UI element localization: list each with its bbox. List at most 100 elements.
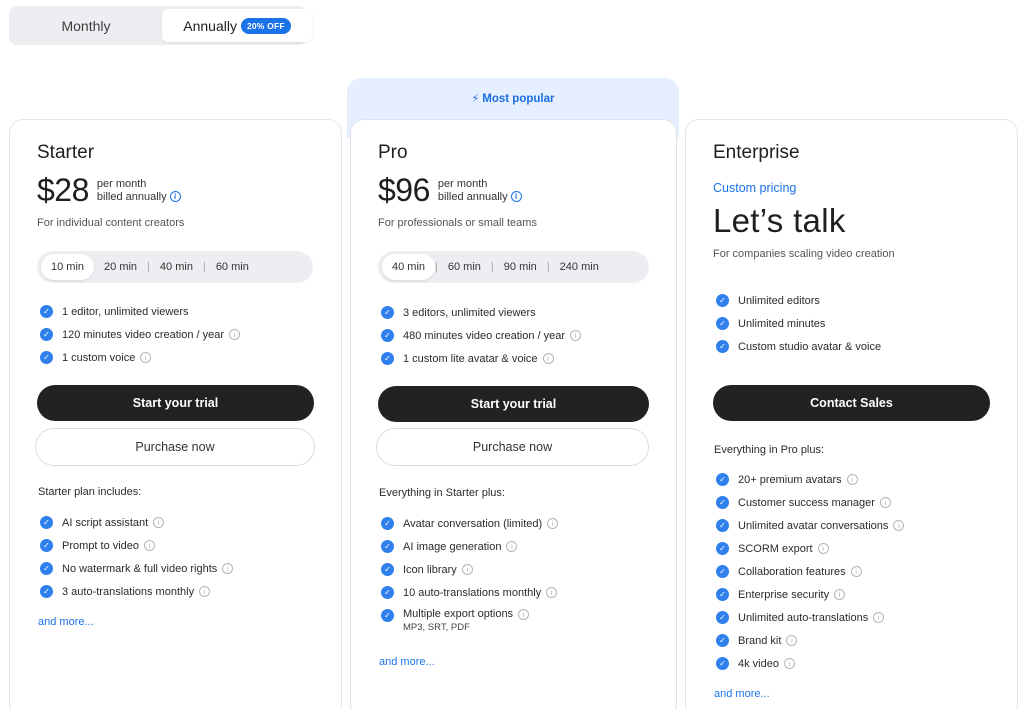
info-icon[interactable]: i — [873, 612, 885, 623]
check-icon: ✓ — [716, 565, 729, 578]
feature-text: Unlimited minutes — [738, 317, 826, 330]
feature-text: Icon library — [403, 563, 457, 576]
check-icon: ✓ — [40, 585, 53, 598]
annually-option[interactable]: Annually 20% OFF — [162, 9, 312, 42]
info-icon[interactable]: i — [547, 518, 559, 529]
includes-label: Everything in Pro plus: — [714, 444, 825, 456]
info-icon[interactable]: i — [510, 191, 522, 203]
check-icon: ✓ — [716, 657, 729, 670]
list-item: ✓ 3 editors, unlimited viewers — [381, 301, 581, 324]
info-icon[interactable]: i — [786, 635, 798, 646]
feature-text-block: Multiple export options i MP3, SRT, PDF — [403, 608, 530, 633]
includes-label: Starter plan includes: — [38, 486, 142, 498]
minutes-option-90[interactable]: 90 min — [494, 254, 547, 280]
info-icon[interactable]: i — [546, 587, 558, 598]
feature-text: 10 auto-translations monthly — [403, 586, 542, 599]
info-icon[interactable]: i — [153, 517, 165, 528]
check-icon: ✓ — [381, 352, 394, 365]
info-icon[interactable]: i — [570, 330, 582, 341]
check-icon: ✓ — [40, 539, 53, 552]
and-more-link[interactable]: and more... — [714, 688, 770, 700]
includes-list: ✓ Avatar conversation (limited) i ✓ AI imag… — [381, 512, 559, 638]
info-icon[interactable]: i — [506, 541, 518, 552]
info-icon[interactable]: i — [879, 497, 891, 508]
includes-list: ✓ AI script assistant i ✓ Prompt to video i … — [40, 511, 234, 603]
feature-text: 20+ premium avatars — [738, 473, 842, 486]
feature-text: AI script assistant — [62, 516, 149, 529]
check-icon: ✓ — [381, 586, 394, 599]
list-item: ✓ Unlimited avatar conversations i — [716, 514, 905, 537]
feature-text: AI image generation — [403, 540, 502, 553]
check-icon: ✓ — [381, 540, 394, 553]
check-icon: ✓ — [40, 562, 53, 575]
check-icon: ✓ — [40, 305, 53, 318]
minutes-option-40[interactable]: 40 min — [382, 254, 436, 280]
minutes-option-60[interactable]: 60 min — [206, 254, 259, 280]
and-more-link[interactable]: and more... — [38, 616, 94, 628]
list-item: ✓ Enterprise security i — [716, 583, 904, 606]
start-trial-button[interactable]: Start your trial — [378, 386, 649, 422]
minutes-selector: 10 min 20 min | 40 min | 60 min — [37, 251, 313, 283]
info-icon[interactable]: i — [542, 353, 554, 364]
check-icon: ✓ — [381, 329, 394, 342]
minutes-option-10[interactable]: 10 min — [41, 254, 95, 280]
billing-note: per month billed annually i — [97, 178, 181, 204]
price-row: $28 per month billed annually i — [37, 172, 181, 209]
monthly-label: Monthly — [61, 17, 111, 34]
core-features-list: ✓ 3 editors, unlimited viewers ✓ 480 minut… — [381, 301, 582, 370]
list-item: ✓ 1 custom lite avatar & voice i — [381, 347, 581, 370]
minutes-option-60[interactable]: 60 min — [438, 254, 491, 280]
list-item: ✓ Multiple export options i MP3, SRT, PDF — [381, 604, 558, 638]
minutes-option-240[interactable]: 240 min — [550, 254, 609, 280]
list-item: ✓ 120 minutes video creation / year i — [40, 323, 241, 346]
feature-text: Multiple export options — [403, 608, 514, 620]
per-month-text: per month — [96, 177, 147, 190]
check-icon: ✓ — [716, 340, 729, 353]
check-icon: ✓ — [716, 473, 729, 486]
feature-text: Unlimited auto-translations — [738, 611, 869, 624]
info-icon[interactable]: i — [169, 191, 181, 203]
minutes-option-40[interactable]: 40 min — [150, 254, 203, 280]
start-trial-button[interactable]: Start your trial — [37, 385, 314, 421]
minutes-option-label: 40 min — [159, 261, 193, 273]
check-icon: ✓ — [716, 317, 729, 330]
info-icon[interactable]: i — [199, 586, 211, 597]
list-item: ✓ Collaboration features i — [716, 560, 904, 583]
plan-name: Pro — [378, 142, 408, 163]
info-icon[interactable]: i — [144, 540, 156, 551]
feature-text: Collaboration features — [738, 565, 846, 578]
info-icon[interactable]: i — [140, 352, 152, 363]
info-icon[interactable]: i — [783, 658, 795, 669]
plan-tagline: For individual content creators — [37, 217, 185, 229]
billed-annually-text: billed annually — [437, 190, 508, 203]
plan-price: $28 — [37, 172, 89, 208]
and-more-link[interactable]: and more... — [379, 656, 435, 668]
discount-badge: 20% OFF — [240, 17, 291, 34]
info-icon[interactable]: i — [229, 329, 241, 340]
list-item: ✓ 20+ premium avatars i — [716, 468, 904, 491]
feature-text: 1 custom lite avatar & voice — [403, 352, 538, 365]
info-icon[interactable]: i — [850, 566, 862, 577]
minutes-option-label: 40 min — [392, 261, 426, 273]
info-icon[interactable]: i — [518, 609, 530, 620]
feature-text: Customer success manager — [738, 496, 875, 509]
feature-text: Enterprise security — [738, 588, 830, 601]
feature-text: No watermark & full video rights — [62, 562, 218, 575]
feature-text: 1 editor, unlimited viewers — [62, 305, 189, 318]
info-icon[interactable]: i — [846, 474, 858, 485]
enterprise-plan-card: Enterprise Custom pricing Let’s talk For… — [685, 119, 1018, 710]
info-icon[interactable]: i — [222, 563, 234, 574]
info-icon[interactable]: i — [817, 543, 829, 554]
feature-text: 1 custom voice — [62, 351, 136, 364]
feature-text: Brand kit — [738, 634, 782, 647]
check-icon: ✓ — [40, 516, 53, 529]
minutes-option-label: 240 min — [559, 261, 599, 273]
info-icon[interactable]: i — [893, 520, 905, 531]
info-icon[interactable]: i — [461, 564, 473, 575]
purchase-now-button[interactable]: Purchase now — [376, 428, 649, 466]
purchase-now-button[interactable]: Purchase now — [35, 428, 315, 466]
monthly-option[interactable]: Monthly — [12, 9, 160, 42]
contact-sales-button[interactable]: Contact Sales — [713, 385, 990, 421]
info-icon[interactable]: i — [834, 589, 846, 600]
minutes-option-20[interactable]: 20 min — [94, 254, 147, 280]
